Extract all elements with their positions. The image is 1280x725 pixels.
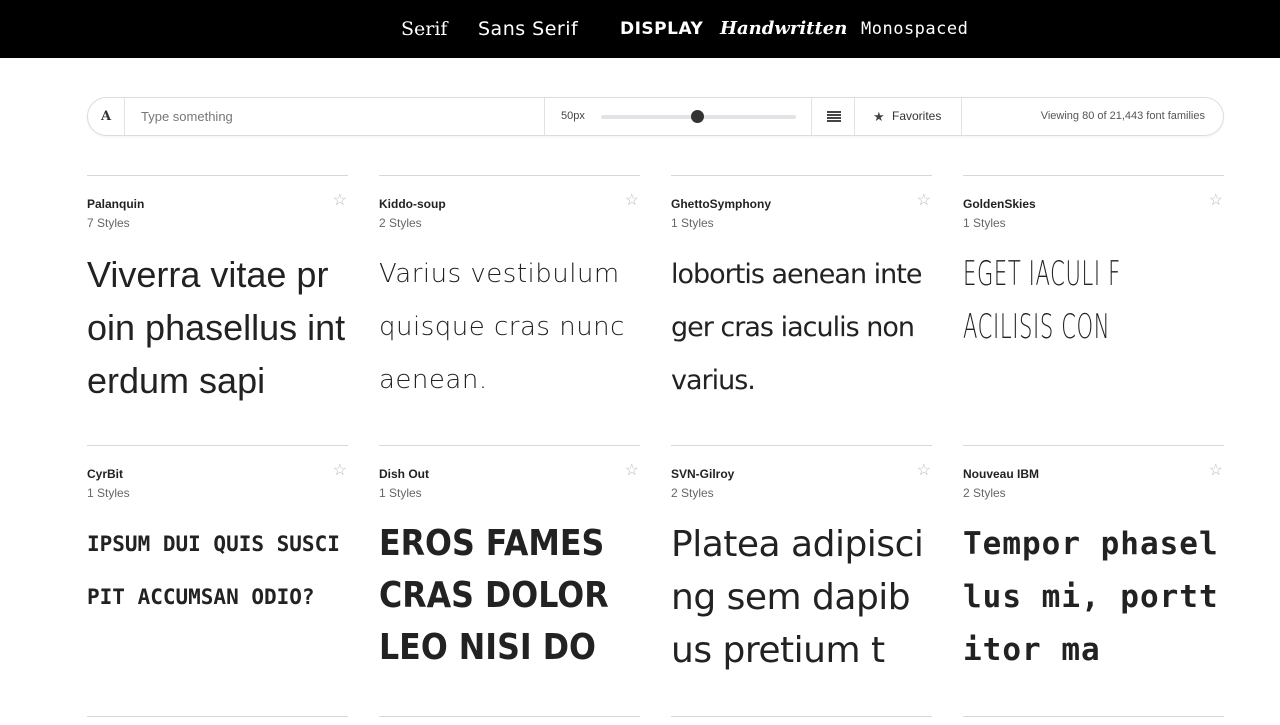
nav-serif[interactable]: Serif xyxy=(401,0,447,58)
font-card[interactable]: Nouveau IBM 2 Styles ☆ Tempor phasellus … xyxy=(963,445,1224,715)
card-divider xyxy=(963,716,1224,717)
font-toolbar: A 50px ★ Favorites Viewing 80 of 21,443 … xyxy=(87,97,1224,136)
font-sample-text: Eros fames cras dolor leo nisi don xyxy=(379,523,609,668)
font-card[interactable]: Kiddo-soup 2 Styles ☆ Varius vestibulum … xyxy=(379,175,640,445)
font-size-label: 50px xyxy=(561,110,585,122)
viewing-count: Viewing 80 of 21,443 font families xyxy=(1040,110,1205,122)
nav-monospaced[interactable]: Monospaced xyxy=(861,0,968,58)
font-sample-text: Viverra vitae proin phasellus interdum s… xyxy=(87,254,346,401)
favorite-star-icon[interactable]: ☆ xyxy=(625,193,639,209)
font-sample-text: Eget iaculi facilisis congue. xyxy=(963,254,1121,347)
font-name[interactable]: Kiddo-soup xyxy=(379,197,446,211)
nav-handwritten[interactable]: Handwritten xyxy=(720,0,847,58)
font-card[interactable]: GoldenSkies 1 Styles ☆ Eget iaculi facil… xyxy=(963,175,1224,445)
font-name[interactable]: GhettoSymphony xyxy=(671,197,771,211)
font-styles-count: 2 Styles xyxy=(671,486,714,500)
font-card[interactable]: SVN-Gilroy 2 Styles ☆ Platea adipiscing … xyxy=(671,445,932,715)
favorite-star-icon[interactable]: ☆ xyxy=(625,463,639,479)
font-card[interactable]: CyrBit 1 Styles ☆ Ipsum dui quis suscipi… xyxy=(87,445,348,715)
favorites-button[interactable]: ★ Favorites xyxy=(855,98,962,135)
font-styles-count: 1 Styles xyxy=(671,216,714,230)
font-styles-count: 1 Styles xyxy=(379,486,422,500)
preview-text-input[interactable] xyxy=(125,98,544,135)
font-type-icon[interactable]: A xyxy=(88,98,125,135)
font-name[interactable]: SVN-Gilroy xyxy=(671,467,734,481)
font-sample-text: Tempor phasellus mi, porttitor ma xyxy=(963,526,1219,668)
font-size-slider-thumb[interactable] xyxy=(691,110,704,123)
font-styles-count: 2 Styles xyxy=(379,216,422,230)
font-name[interactable]: Dish Out xyxy=(379,467,429,481)
card-divider xyxy=(379,716,640,717)
font-styles-count: 7 Styles xyxy=(87,216,130,230)
font-sample-text: lobortis aenean integer cras iaculis non… xyxy=(671,259,922,396)
favorite-star-icon[interactable]: ☆ xyxy=(333,463,347,479)
font-name[interactable]: CyrBit xyxy=(87,467,123,481)
nav-display[interactable]: DISPLAY xyxy=(620,0,703,58)
font-card[interactable]: Dish Out 1 Styles ☆ Eros fames cras dolo… xyxy=(379,445,640,715)
list-view-button[interactable] xyxy=(812,98,855,135)
star-filled-icon: ★ xyxy=(873,109,885,124)
preview-text-container xyxy=(125,98,545,135)
font-card[interactable]: Palanquin 7 Styles ☆ Viverra vitae proin… xyxy=(87,175,348,445)
font-size-control: 50px xyxy=(545,98,812,135)
font-styles-count: 1 Styles xyxy=(87,486,130,500)
favorites-label: Favorites xyxy=(892,109,942,123)
font-sample-text: Platea adipiscing sem dapibus pretium t xyxy=(671,524,924,671)
font-card[interactable]: GhettoSymphony 1 Styles ☆ lobortis aenea… xyxy=(671,175,932,445)
font-sample-text: Varius vestibulum quisque cras nunc aene… xyxy=(379,259,625,395)
favorite-star-icon[interactable]: ☆ xyxy=(333,193,347,209)
font-styles-count: 2 Styles xyxy=(963,486,1006,500)
category-nav: Serif Sans Serif DISPLAY Handwritten Mon… xyxy=(0,0,1280,58)
font-name[interactable]: GoldenSkies xyxy=(963,197,1036,211)
font-sample-text: Ipsum dui quis suscipit accumsan odio? xyxy=(87,532,340,609)
nav-sans-serif[interactable]: Sans Serif xyxy=(478,0,578,58)
font-name[interactable]: Palanquin xyxy=(87,197,144,211)
list-icon xyxy=(827,111,841,122)
font-name[interactable]: Nouveau IBM xyxy=(963,467,1039,481)
favorite-star-icon[interactable]: ☆ xyxy=(917,193,931,209)
favorite-star-icon[interactable]: ☆ xyxy=(1209,193,1223,209)
card-divider xyxy=(87,716,348,717)
favorite-star-icon[interactable]: ☆ xyxy=(1209,463,1223,479)
card-divider xyxy=(671,716,932,717)
favorite-star-icon[interactable]: ☆ xyxy=(917,463,931,479)
font-styles-count: 1 Styles xyxy=(963,216,1006,230)
